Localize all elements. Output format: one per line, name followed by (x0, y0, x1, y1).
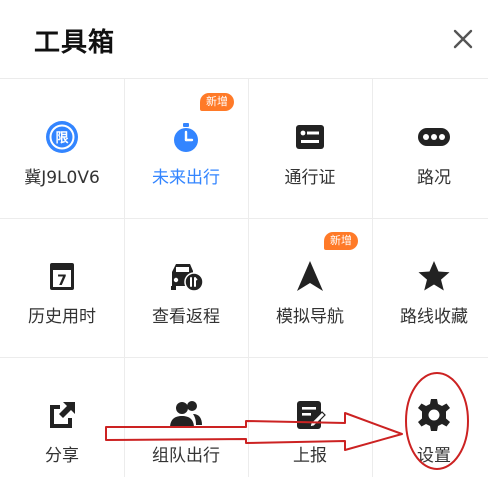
tool-return-trip[interactable]: 查看返程 (124, 218, 248, 357)
calendar-icon: 7 (44, 258, 80, 294)
report-icon (292, 397, 328, 433)
pass-card-icon (292, 119, 328, 155)
tool-label: 路线收藏 (400, 307, 468, 327)
traffic-icon (416, 119, 452, 155)
restriction-icon: 限 (44, 119, 80, 155)
tool-label: 冀J9L0V6 (24, 168, 100, 188)
tool-team-trip[interactable]: 组队出行 (124, 357, 248, 496)
page-title: 工具箱 (34, 28, 116, 58)
svg-text:限: 限 (55, 131, 69, 146)
team-icon (168, 397, 204, 433)
tool-label: 上报 (293, 446, 327, 466)
new-badge: 新增 (324, 232, 358, 250)
tool-label: 分享 (45, 446, 79, 466)
tool-label: 通行证 (284, 168, 336, 188)
star-icon (416, 258, 452, 294)
tool-label: 未来出行 (152, 168, 220, 188)
tool-label: 路况 (417, 168, 451, 188)
tool-simulated-navigation[interactable]: 新增 模拟导航 (248, 218, 372, 357)
tool-label: 模拟导航 (276, 307, 344, 327)
navigation-arrow-icon (292, 258, 328, 294)
stopwatch-icon (168, 119, 204, 155)
tool-pass[interactable]: 通行证 (248, 79, 372, 218)
tool-label: 组队出行 (152, 446, 220, 466)
new-badge: 新增 (200, 93, 234, 111)
tool-settings[interactable]: 设置 (372, 357, 488, 496)
tool-route-favorites[interactable]: 路线收藏 (372, 218, 488, 357)
share-icon (44, 397, 80, 433)
tool-grid: 限 冀J9L0V6 新增 未来出行 通行证 路况 7 历史用时 查看返程 新增 … (0, 79, 488, 477)
close-button[interactable] (448, 24, 478, 54)
tool-label: 查看返程 (152, 307, 220, 327)
tool-report[interactable]: 上报 (248, 357, 372, 496)
return-trip-icon (168, 258, 204, 294)
tool-history-time[interactable]: 7 历史用时 (0, 218, 124, 357)
svg-text:7: 7 (57, 273, 67, 289)
tool-label: 设置 (417, 446, 451, 466)
header: 工具箱 (0, 0, 488, 78)
tool-label: 历史用时 (28, 307, 96, 327)
close-icon (448, 24, 478, 54)
tool-plate-restriction[interactable]: 限 冀J9L0V6 (0, 79, 124, 218)
tool-future-trip[interactable]: 新增 未来出行 (124, 79, 248, 218)
gear-icon (416, 397, 452, 433)
tool-share[interactable]: 分享 (0, 357, 124, 496)
tool-traffic[interactable]: 路况 (372, 79, 488, 218)
